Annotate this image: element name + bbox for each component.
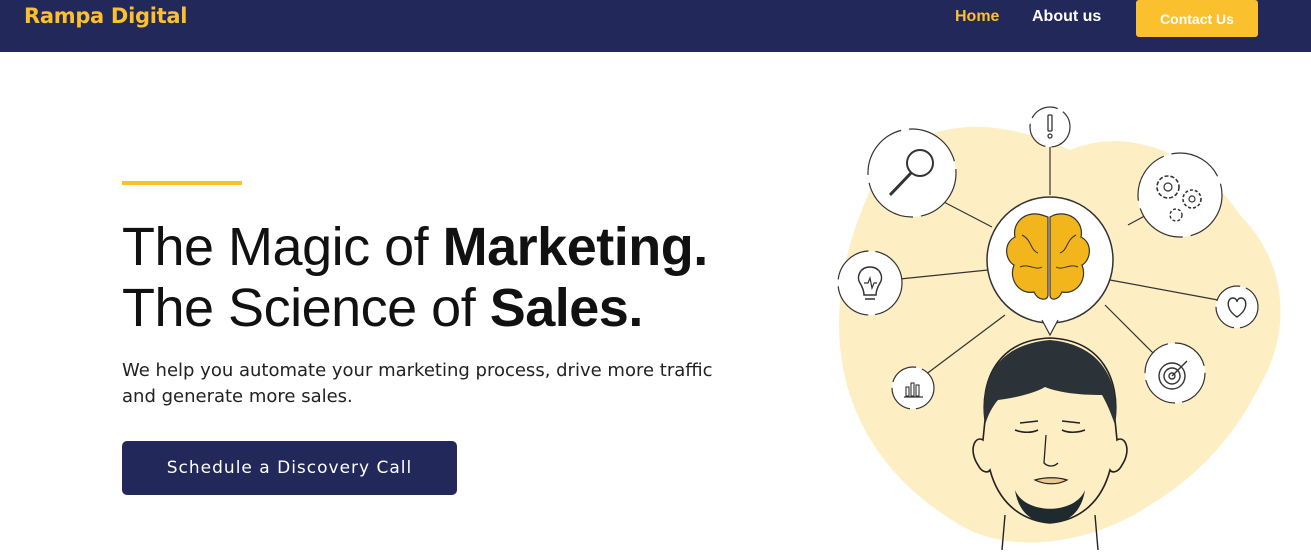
gears-icon [1137,152,1223,238]
heart-icon [1215,285,1259,329]
headline-line-2: The Science of Sales. [122,278,643,338]
nav-link-home[interactable]: Home [955,8,999,26]
hero-illustration [820,95,1311,555]
schedule-call-button[interactable]: Schedule a Discovery Call [122,441,457,495]
headline-line-1: The Magic of Marketing. [122,217,708,277]
contact-us-button[interactable]: Contact Us [1136,0,1258,37]
target-icon [1144,342,1206,404]
hero-headline: The Magic of Marketing. The Science of S… [122,217,802,339]
brand-logo[interactable]: Rampa Digital [24,4,187,28]
hero-subtext: We help you automate your marketing proc… [122,360,713,407]
bar-chart-icon [891,366,935,410]
accent-divider [122,181,242,185]
top-navbar: Rampa Digital Home About us Contact Us [0,0,1311,52]
alert-icon [1029,106,1071,148]
nav-link-about-us[interactable]: About us [1032,8,1101,26]
search-icon [867,128,957,218]
lightbulb-icon [837,250,903,316]
